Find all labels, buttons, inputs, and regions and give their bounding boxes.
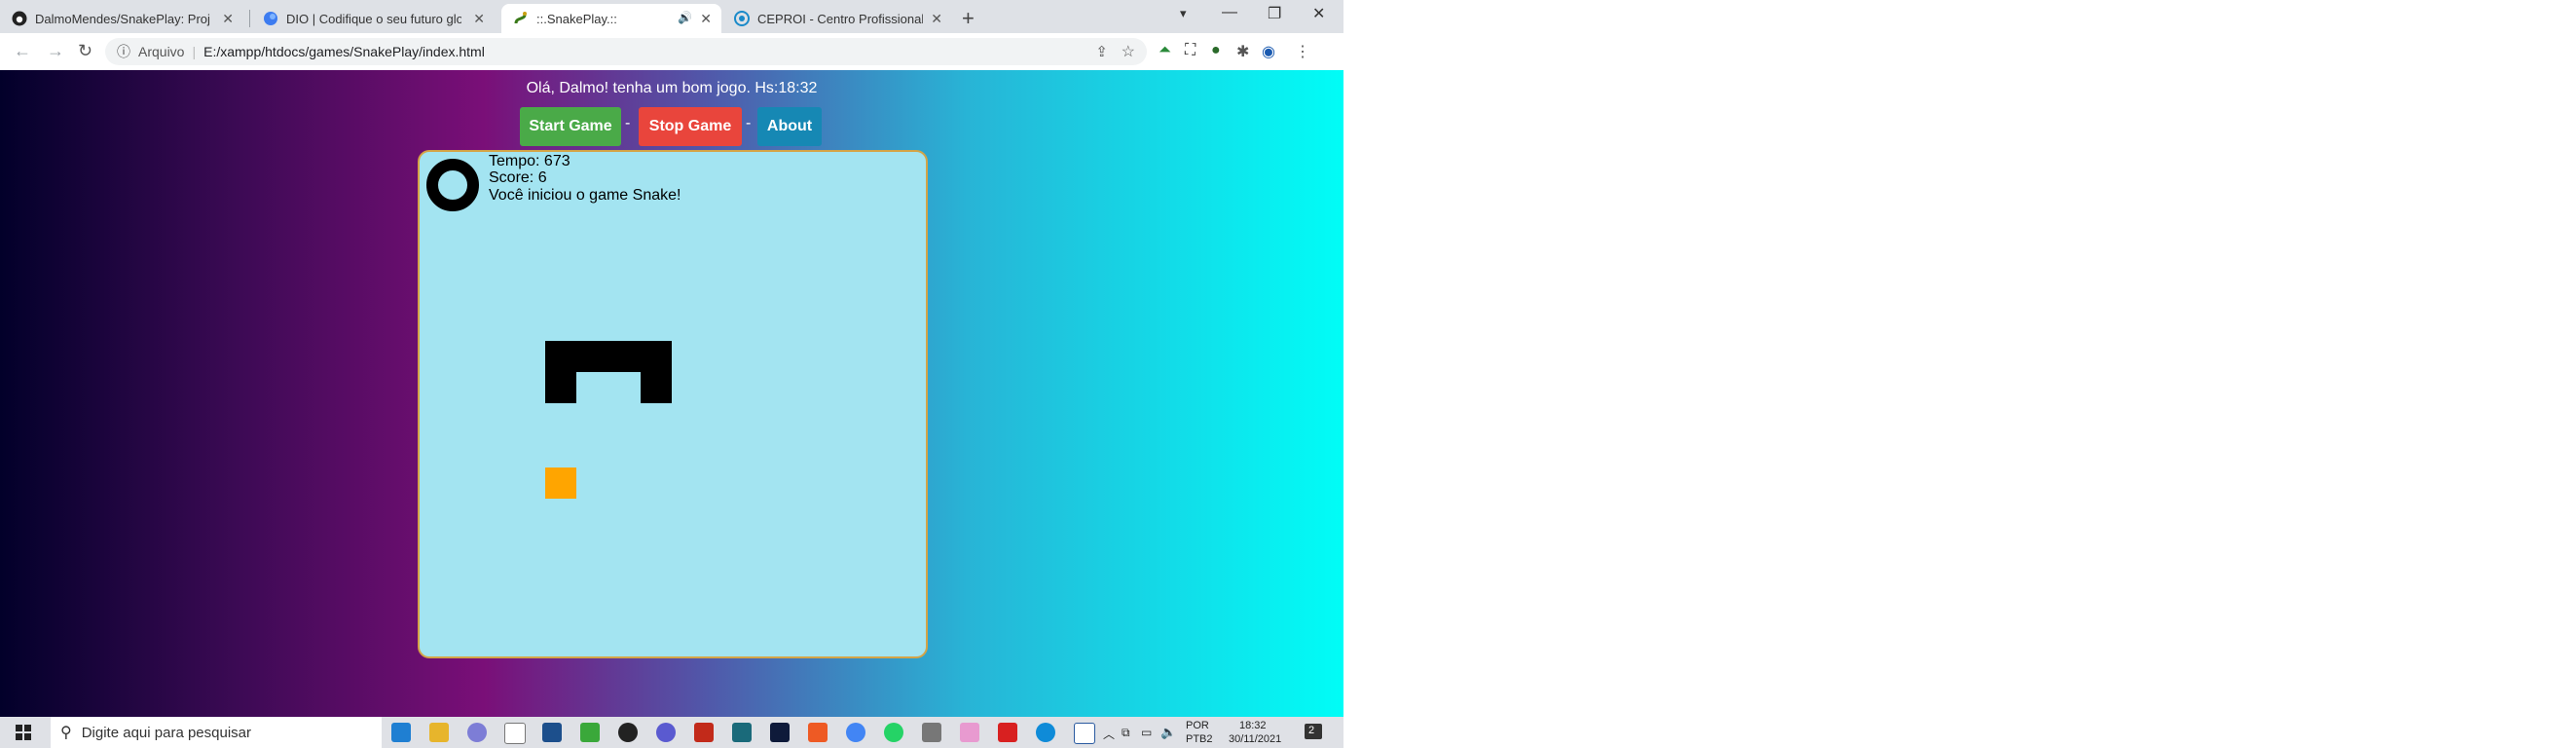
restore-button[interactable]: ❐ (1268, 4, 1281, 23)
clock-date[interactable]: 30/11/2021 (1229, 733, 1281, 745)
game-board[interactable]: Tempo: 673 Score: 6 Você iniciou o game … (418, 150, 928, 658)
app-icon[interactable] (960, 723, 979, 742)
tab-close-button[interactable]: ✕ (700, 11, 712, 27)
greeting-text: Olá, Dalmo! tenha um bom jogo. Hs:18:32 (526, 80, 818, 96)
tab-snakeplay[interactable]: ::.SnakePlay.:: 🔊 ✕ (501, 4, 721, 33)
clock-time[interactable]: 18:32 (1239, 720, 1267, 731)
search-icon: ⚲ (60, 725, 72, 741)
snake-body (545, 341, 672, 372)
chevron-up-icon[interactable]: ︿ (1103, 726, 1115, 742)
new-tab-button[interactable]: + (962, 6, 975, 31)
app-icon[interactable] (998, 723, 1017, 742)
window-close-button[interactable]: ✕ (1312, 4, 1325, 23)
notification-center-icon[interactable]: 2 (1305, 724, 1322, 739)
file-explorer-icon[interactable] (429, 723, 449, 742)
notepad-icon[interactable] (504, 723, 526, 744)
address-bar[interactable]: ⓘ Arquivo | E:/xampp/htdocs/games/SnakeP… (105, 38, 1147, 65)
protocol-label: Arquivo (138, 44, 185, 59)
url-text[interactable]: E:/xampp/htdocs/games/SnakePlay/index.ht… (203, 44, 485, 59)
vscode-icon[interactable] (391, 723, 411, 742)
network-icon[interactable]: ▭ (1141, 726, 1152, 739)
xampp-icon[interactable] (808, 723, 828, 742)
search-placeholder: Digite aqui para pesquisar (81, 724, 251, 741)
tab-title: ::.SnakePlay.:: (536, 11, 617, 26)
ceproi-icon (734, 11, 750, 26)
screen: DalmoMendes/SnakePlay: Projet ✕ DIO | Co… (0, 0, 1343, 748)
start-game-button[interactable]: Start Game (520, 107, 621, 146)
puzzle-icon[interactable]: ✱ (1236, 42, 1249, 61)
taskbar-search-input[interactable]: ⚲ Digite aqui para pesquisar (51, 717, 382, 748)
minimize-button[interactable]: — (1222, 4, 1237, 21)
about-button[interactable]: About (757, 107, 822, 146)
forward-button[interactable]: → (47, 41, 64, 61)
reload-button[interactable]: ↻ (78, 41, 92, 61)
chrome-icon[interactable] (846, 723, 865, 742)
food-item (545, 468, 576, 499)
app-icon[interactable] (580, 723, 600, 742)
menu-icon[interactable]: ⋮ (1295, 42, 1310, 61)
tab-title: DIO | Codifique o seu futuro glob (286, 11, 461, 26)
bookmark-star-icon[interactable]: ☆ (1122, 42, 1135, 61)
snake-head (641, 372, 672, 403)
screenshot-icon[interactable]: ⛶ (1185, 42, 1196, 59)
notification-count: 2 (1308, 725, 1315, 736)
snake-icon (514, 12, 527, 24)
tab-github[interactable]: DalmoMendes/SnakePlay: Projet ✕ (0, 4, 243, 33)
share-icon[interactable]: ⇪ (1095, 43, 1108, 60)
tab-ceproi[interactable]: CEPROI - Centro Profissional de I ✕ (722, 4, 952, 33)
volume-icon[interactable]: 🔈 (1160, 725, 1176, 740)
speaker-icon[interactable]: 🔊 (678, 11, 692, 24)
back-button[interactable]: ← (14, 41, 31, 61)
tab-close-button[interactable]: ✕ (222, 11, 234, 27)
app-icon[interactable] (694, 723, 714, 742)
app-icon[interactable] (732, 723, 752, 742)
tab-separator (249, 10, 250, 27)
tab-close-button[interactable]: ✕ (473, 11, 485, 27)
profile-avatar-icon[interactable]: ◉ (1262, 42, 1275, 61)
separator: - (746, 115, 752, 131)
profile-menu-icon[interactable]: ▾ (1180, 6, 1187, 21)
dio-icon (264, 12, 277, 25)
language-bottom[interactable]: PTB2 (1186, 733, 1213, 745)
tab-strip: DalmoMendes/SnakePlay: Projet ✕ DIO | Co… (0, 0, 1343, 33)
taskbar: ⚲ Digite aqui para pesquisar ︿ ⧉ ▭ 🔈 POR… (0, 717, 1343, 748)
ring-icon (426, 159, 479, 211)
info-icon[interactable]: ⓘ (117, 42, 130, 61)
tab-dio[interactable]: DIO | Codifique o seu futuro glob ✕ (251, 4, 495, 33)
score-label: Score: 6 (489, 169, 547, 186)
snake-body (545, 372, 576, 403)
tab-title: DalmoMendes/SnakePlay: Projet (35, 11, 210, 26)
edge-icon[interactable] (1036, 723, 1055, 742)
github-icon (12, 11, 27, 26)
separator: - (625, 115, 631, 131)
app-icon[interactable] (922, 723, 941, 742)
time-label: Tempo: 673 (489, 153, 570, 169)
tab-title: CEPROI - Centro Profissional de I (757, 11, 923, 26)
stop-game-button[interactable]: Stop Game (639, 107, 742, 146)
extension-icon[interactable]: ● (1211, 42, 1221, 59)
app-icon[interactable] (542, 723, 562, 742)
windows-start-icon[interactable] (16, 725, 31, 740)
tab-close-button[interactable]: ✕ (931, 11, 942, 27)
status-message: Você iniciou o game Snake! (489, 187, 681, 204)
extension-icon[interactable]: ⏶ (1159, 42, 1171, 59)
language-top[interactable]: POR (1186, 720, 1209, 731)
photoshop-icon[interactable] (770, 723, 790, 742)
tray-icon[interactable]: ⧉ (1122, 726, 1130, 740)
app-icon[interactable] (467, 723, 487, 742)
document-icon[interactable] (1074, 723, 1095, 744)
browser-toolbar: ← → ↻ ⓘ Arquivo | E:/xampp/htdocs/games/… (0, 33, 1343, 71)
divider: | (192, 44, 197, 59)
whatsapp-icon[interactable] (884, 723, 903, 742)
app-icon[interactable] (618, 723, 638, 742)
headset-icon[interactable] (656, 723, 676, 742)
page-content: Olá, Dalmo! tenha um bom jogo. Hs:18:32 … (0, 70, 1343, 717)
